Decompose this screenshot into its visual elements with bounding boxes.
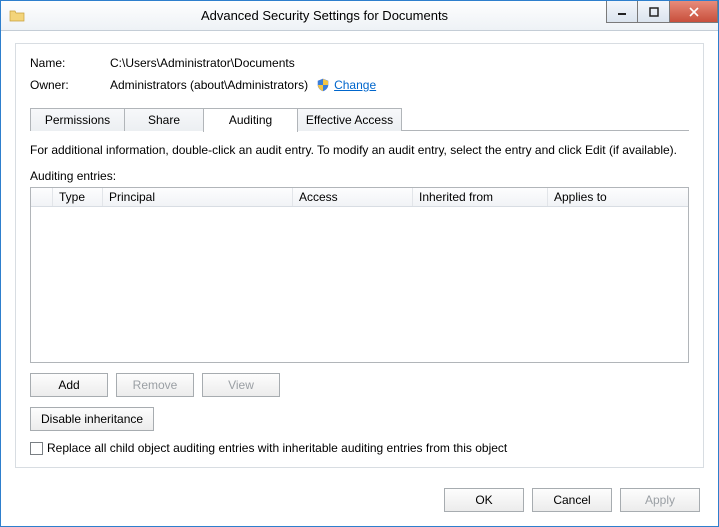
add-button[interactable]: Add — [30, 373, 108, 397]
security-settings-window: Advanced Security Settings for Documents… — [0, 0, 719, 527]
col-type[interactable]: Type — [53, 188, 103, 206]
view-button: View — [202, 373, 280, 397]
col-principal[interactable]: Principal — [103, 188, 293, 206]
disable-inheritance-button[interactable]: Disable inheritance — [30, 407, 154, 431]
tab-auditing[interactable]: Auditing — [203, 108, 298, 132]
change-owner-link[interactable]: Change — [334, 78, 376, 92]
tab-effective-access[interactable]: Effective Access — [297, 108, 402, 131]
replace-label: Replace all child object auditing entrie… — [47, 441, 507, 455]
titlebar: Advanced Security Settings for Documents — [1, 1, 718, 31]
listview-body[interactable] — [31, 207, 688, 362]
tab-permissions[interactable]: Permissions — [30, 108, 125, 131]
tabstrip: Permissions Share Auditing Effective Acc… — [30, 108, 689, 131]
inner-pane: Name: C:\Users\Administrator\Documents O… — [15, 43, 704, 468]
remove-button: Remove — [116, 373, 194, 397]
col-applies[interactable]: Applies to — [548, 188, 688, 206]
owner-row: Owner: Administrators (about\Administrat… — [30, 78, 689, 92]
ok-button[interactable]: OK — [444, 488, 524, 512]
maximize-button[interactable] — [638, 1, 670, 23]
minimize-button[interactable] — [606, 1, 638, 23]
inheritance-row: Disable inheritance — [30, 407, 689, 431]
name-row: Name: C:\Users\Administrator\Documents — [30, 56, 689, 70]
replace-checkbox[interactable] — [30, 442, 43, 455]
tab-share[interactable]: Share — [124, 108, 204, 131]
auditing-listview[interactable]: Type Principal Access Inherited from App… — [30, 187, 689, 363]
auditing-entries-label: Auditing entries: — [30, 169, 689, 183]
col-icon[interactable] — [31, 188, 53, 206]
content-area: Name: C:\Users\Administrator\Documents O… — [1, 31, 718, 478]
name-label: Name: — [30, 56, 110, 70]
shield-icon — [316, 78, 330, 92]
instruction-text: For additional information, double-click… — [30, 143, 689, 157]
replace-row: Replace all child object auditing entrie… — [30, 441, 689, 455]
name-value: C:\Users\Administrator\Documents — [110, 56, 295, 70]
listview-header: Type Principal Access Inherited from App… — [31, 188, 688, 207]
col-inherited[interactable]: Inherited from — [413, 188, 548, 206]
dialog-footer: OK Cancel Apply — [1, 478, 718, 526]
close-button[interactable] — [670, 1, 718, 23]
owner-label: Owner: — [30, 78, 110, 92]
entry-buttons: Add Remove View — [30, 373, 689, 397]
cancel-button[interactable]: Cancel — [532, 488, 612, 512]
owner-value: Administrators (about\Administrators) — [110, 78, 308, 92]
apply-button: Apply — [620, 488, 700, 512]
col-access[interactable]: Access — [293, 188, 413, 206]
window-controls — [606, 1, 718, 23]
folder-icon — [9, 8, 25, 24]
